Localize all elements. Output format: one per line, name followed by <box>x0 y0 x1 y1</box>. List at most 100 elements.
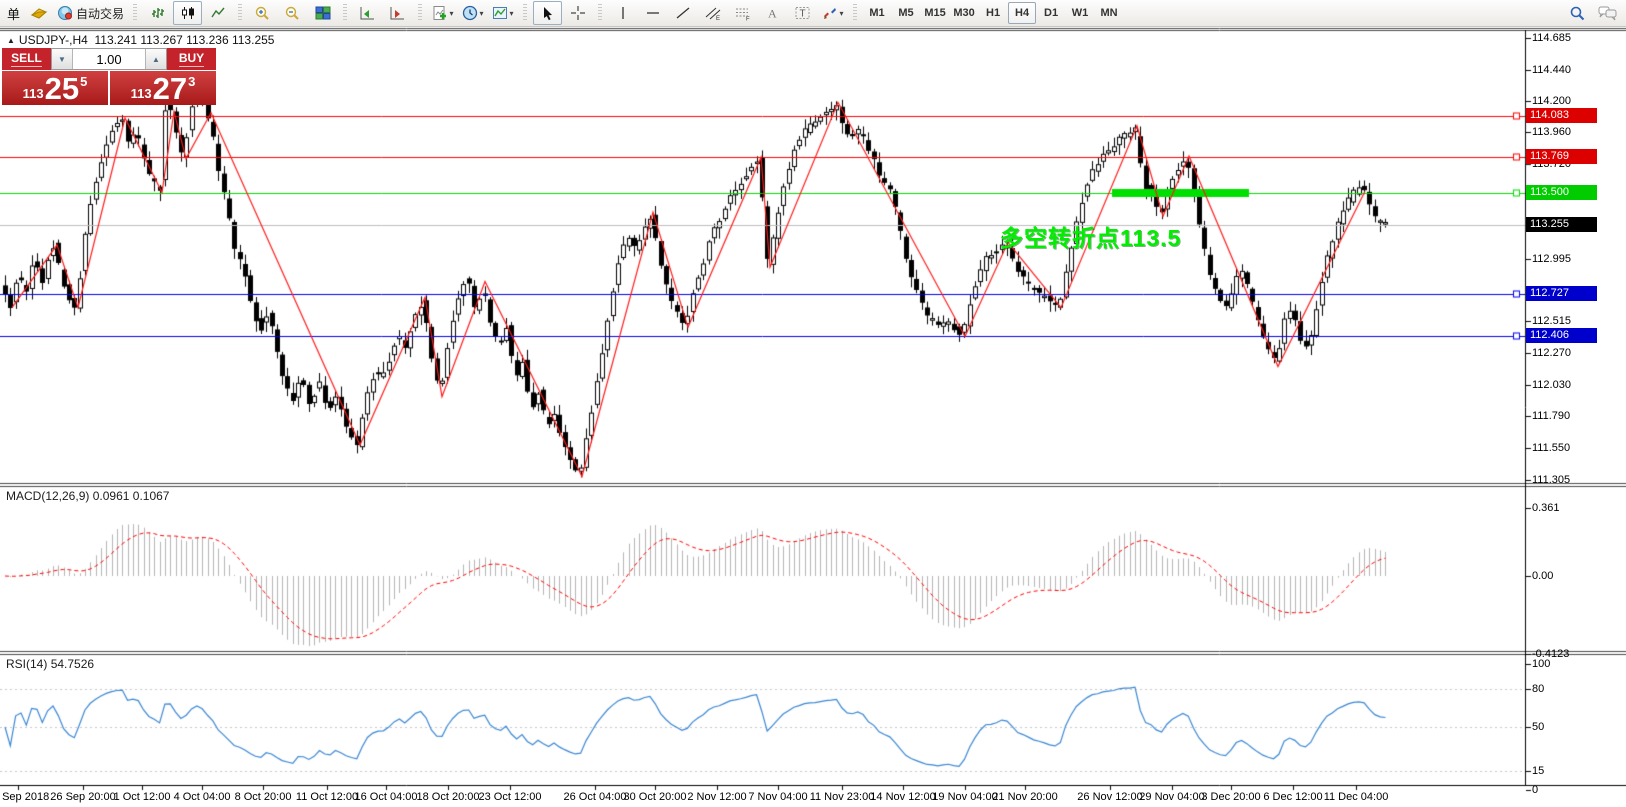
volume-stepper: ▼ 1.00 ▲ <box>51 48 167 70</box>
label-icon[interactable]: T <box>788 1 817 25</box>
new-order-icon[interactable] <box>24 1 53 25</box>
time-axis-label: 3 Dec 20:00 <box>1201 791 1261 803</box>
autotrade-label: 自动交易 <box>76 6 125 21</box>
macd-axis-tick: 0.361 <box>1532 502 1560 514</box>
price-level-badge: 112.727 <box>1526 285 1597 301</box>
price-axis-tick: 114.685 <box>1532 31 1571 44</box>
chart-annotation-text[interactable]: 多空转折点113.5 <box>1000 219 1181 253</box>
indicators-button[interactable]: ▾ <box>428 1 457 25</box>
price-axis-tick: 114.440 <box>1532 63 1571 76</box>
price-level-badge: 113.255 <box>1526 216 1597 232</box>
tab-timeframe-h1[interactable]: H1 <box>979 2 1007 24</box>
time-axis-label: 24 Sep 2018 <box>0 791 50 803</box>
text-icon[interactable]: A <box>758 1 787 25</box>
main-toolbar: 单 自动交易 ▾ ▾ ▾ E F A T ▾ M1 M5 M15 M30 H1 … <box>0 0 1626 27</box>
collapse-triangle-icon[interactable]: ▲ <box>7 36 15 45</box>
template-icon <box>492 7 507 19</box>
vertical-line-icon[interactable] <box>608 1 637 25</box>
buy-price-big: 27 <box>152 70 188 106</box>
templates-dropdown-caret: ▾ <box>509 8 514 18</box>
time-axis-label: 30 Oct 20:00 <box>623 791 687 803</box>
price-level-badge: 114.083 <box>1526 108 1597 124</box>
autoscroll-icon[interactable] <box>353 1 382 25</box>
macd-indicator-label: MACD(12,26,9) 0.0961 0.1067 <box>6 489 170 503</box>
tab-timeframe-m30[interactable]: M30 <box>950 2 978 24</box>
shapes-dropdown-caret: ▾ <box>839 8 844 18</box>
ohlc-values: 113.241 113.267 113.236 113.255 <box>94 33 275 47</box>
time-axis-label: 6 Dec 12:00 <box>1263 791 1323 803</box>
volume-decrease-button[interactable]: ▼ <box>52 49 73 69</box>
time-axis-label: 11 Nov 23:00 <box>809 791 875 803</box>
tab-timeframe-m15[interactable]: M15 <box>921 2 949 24</box>
time-axis-label: 26 Sep 20:00 <box>50 791 116 803</box>
time-axis-label: 19 Nov 04:00 <box>932 791 998 803</box>
tab-timeframe-w1[interactable]: W1 <box>1066 2 1094 24</box>
bar-chart-icon[interactable] <box>143 1 172 25</box>
templates-button[interactable]: ▾ <box>488 1 517 25</box>
toolbar-grip <box>238 4 243 22</box>
price-axis-tick: 112.995 <box>1532 252 1571 265</box>
time-axis-label: 7 Nov 04:00 <box>748 791 808 803</box>
gold-tag-icon <box>30 8 47 19</box>
fibonacci-icon[interactable]: F <box>728 1 757 25</box>
sell-button[interactable]: SELL <box>2 48 51 70</box>
indicators-dropdown-caret: ▾ <box>449 8 454 18</box>
crosshair-icon[interactable] <box>563 1 592 25</box>
indicators-icon <box>433 6 446 20</box>
trendline-icon[interactable] <box>668 1 697 25</box>
macd-axis-tick: 0.00 <box>1532 570 1554 582</box>
arrows-icon <box>823 8 836 19</box>
autotrade-button[interactable]: 自动交易 <box>54 1 127 25</box>
buy-price-button[interactable]: 113 27 3 <box>110 71 216 105</box>
line-chart-icon[interactable] <box>203 1 232 25</box>
time-axis-label: 18 Oct 20:00 <box>416 791 480 803</box>
price-axis-tick: 112.270 <box>1532 347 1571 360</box>
tile-windows-icon[interactable] <box>308 1 337 25</box>
buy-price-sup: 3 <box>188 74 196 89</box>
tab-timeframe-m1[interactable]: M1 <box>863 2 891 24</box>
time-axis-label: 11 Oct 12:00 <box>295 791 359 803</box>
rsi-axis-tick: 50 <box>1532 721 1545 733</box>
order-label[interactable]: 单 <box>4 4 23 23</box>
toolbar-grip <box>343 4 348 22</box>
chevron-down-icon: ▼ <box>58 54 66 64</box>
toolbar-grip <box>133 4 138 22</box>
tab-timeframe-m5[interactable]: M5 <box>892 2 920 24</box>
rsi-axis-tick: 15 <box>1532 765 1545 778</box>
price-axis-tick: 114.200 <box>1532 95 1571 108</box>
price-level-badge: 113.769 <box>1526 149 1597 165</box>
chart-canvas[interactable] <box>0 0 1626 807</box>
clock-icon <box>462 5 477 21</box>
zoom-out-icon[interactable] <box>278 1 307 25</box>
zoom-in-icon[interactable] <box>248 1 277 25</box>
time-axis-label: 26 Oct 04:00 <box>563 791 627 803</box>
toolbar-grip <box>523 4 528 22</box>
volume-input[interactable]: 1.00 <box>73 49 145 69</box>
sell-price-button[interactable]: 113 25 5 <box>2 71 108 105</box>
chat-icon[interactable] <box>1593 1 1622 25</box>
channel-icon[interactable]: E <box>698 1 727 25</box>
candlestick-chart-icon[interactable] <box>173 1 203 25</box>
price-axis-tick: 111.550 <box>1532 441 1571 454</box>
price-axis-tick: 111.790 <box>1532 410 1571 423</box>
tab-timeframe-h4[interactable]: H4 <box>1008 2 1037 24</box>
buy-price-prefix: 113 <box>130 86 152 101</box>
tab-timeframe-mn[interactable]: MN <box>1095 2 1123 24</box>
sell-price-prefix: 113 <box>22 86 44 101</box>
periods-button[interactable]: ▾ <box>458 1 487 25</box>
svg-text:F: F <box>746 17 750 22</box>
time-axis-label: 14 Nov 12:00 <box>870 791 936 803</box>
one-click-trade-panel: SELL ▼ 1.00 ▲ BUY 113 25 5 113 27 3 <box>2 48 216 105</box>
shapes-button[interactable]: ▾ <box>818 1 847 25</box>
toolbar-grip <box>418 4 423 22</box>
volume-increase-button[interactable]: ▲ <box>145 49 166 69</box>
horizontal-line-icon[interactable] <box>638 1 667 25</box>
tab-timeframe-d1[interactable]: D1 <box>1037 2 1065 24</box>
cursor-icon[interactable] <box>533 1 563 25</box>
buy-button[interactable]: BUY <box>167 48 216 70</box>
price-axis-tick: 112.030 <box>1532 378 1571 391</box>
symbol-period-label: USDJPY-,H4 <box>18 33 88 47</box>
price-axis-tick: 113.960 <box>1532 126 1571 139</box>
chart-shift-icon[interactable] <box>383 1 412 25</box>
search-icon[interactable] <box>1563 1 1592 25</box>
